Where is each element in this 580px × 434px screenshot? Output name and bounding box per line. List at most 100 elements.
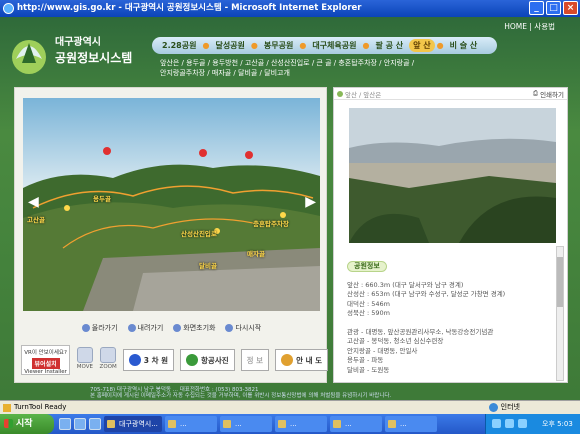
3d-icon	[128, 354, 141, 366]
taskbar-item[interactable]: ...	[385, 416, 437, 432]
map-left-arrow-icon[interactable]: ◀	[28, 194, 39, 210]
sub-links-line1[interactable]: 앞산은 / 용두골 / 용두방천 / 고산골 / 산성산진입로 / 큰 골 / …	[160, 58, 460, 68]
nav-item-bongmu[interactable]: 봉무공원	[260, 39, 297, 52]
park-info-tag: 공원정보	[347, 261, 387, 272]
move-tool[interactable]: MOVE	[76, 345, 93, 375]
guide-map-button[interactable]: 안 내 도	[275, 349, 328, 371]
tray-icon[interactable]	[518, 419, 527, 428]
taskbar-item[interactable]: ...	[275, 416, 327, 432]
sub-links: 앞산은 / 용두골 / 용두방천 / 고산골 / 산성산진입로 / 큰 골 / …	[160, 58, 460, 78]
taskbar-item[interactable]: ...	[330, 416, 382, 432]
security-zone: 인터넷	[488, 401, 520, 414]
city-view-photo	[349, 108, 556, 243]
nav-item-228park[interactable]: 2.28공원	[158, 39, 200, 52]
map-right-arrow-icon[interactable]: ▶	[305, 194, 316, 210]
map-controls: 올라가기 내려가기 화면초기화 다시시작	[15, 320, 328, 336]
viewer-question: VR이 안보이세요?	[24, 350, 67, 356]
viewer-installer-label: Viewer Installer	[24, 369, 67, 375]
status-bar: TurnTool Ready 인터넷	[0, 400, 580, 414]
close-button[interactable]: ×	[563, 1, 578, 15]
window-title: http://www.gis.go.kr - 대구광역시 공원정보시스템 - M…	[17, 3, 362, 13]
info-line: 달비골 - 도원동	[347, 365, 390, 374]
info-button-disabled: 정 보	[240, 349, 270, 371]
nav-item-apsan[interactable]: 앞 산	[409, 39, 435, 52]
info-panel: 앞산 / 앞산은 ⎙ 인쇄하기 공원정보 앞산 : 660.3m (대구 달서구와…	[333, 87, 568, 383]
logo-text-city: 대구광역시	[55, 37, 101, 48]
viewer-install-button[interactable]: 뷰어설치	[31, 358, 60, 369]
photo-icon	[186, 354, 199, 366]
reset-icon	[173, 324, 182, 332]
guide-icon	[281, 354, 294, 366]
move-up-control[interactable]: 올라가기	[81, 323, 118, 333]
info-line: 산성산 : 653m (대구 남구와 수성구, 달성군 가창면 경계)	[347, 290, 506, 299]
map-label-chunghontap[interactable]: 충혼탑주차장	[253, 218, 289, 228]
restart-control[interactable]: 다시시작	[225, 323, 261, 333]
move-down-control[interactable]: 내려가기	[127, 323, 163, 333]
apsan-photo	[349, 108, 556, 243]
start-button[interactable]: 시작	[0, 414, 54, 434]
print-button[interactable]: ⎙ 인쇄하기	[533, 89, 564, 99]
info-line: 대덕산 : 546m	[347, 299, 391, 308]
tray-icon[interactable]	[492, 419, 501, 428]
taskbar: 시작 대구광역시... ... ... ... ... ... 오후 5:03	[0, 414, 580, 434]
footer-notice: 본 홈페이지에 게시된 이메일주소가 자동 수집되는 것을 거부하며, 이를 위…	[90, 393, 392, 399]
home-link[interactable]: HOME	[504, 22, 527, 31]
nav-item-dalseong[interactable]: 달성공원	[211, 39, 248, 52]
clock: 오후 5:03	[542, 420, 573, 428]
map-label-gosangol[interactable]: 고산골	[27, 214, 45, 224]
viewer-install-box: VR이 안보이세요? 뷰어설치 Viewer Installer	[21, 345, 71, 375]
leaf-logo-icon	[12, 40, 46, 74]
info-line	[347, 319, 547, 328]
site-logo[interactable]: 대구광역시 공원정보시스템	[10, 27, 155, 77]
quick-launch-icon[interactable]	[59, 418, 71, 430]
ie-icon	[3, 3, 14, 14]
reset-view-control[interactable]: 화면초기화	[173, 323, 215, 333]
nav-item-sports-park[interactable]: 대구체육공원	[308, 39, 360, 52]
footer: 705-718) 대구광역시 남구 봉덕동 ... 대표전화번호 : (053)…	[0, 387, 580, 400]
quick-launch	[59, 418, 101, 430]
maximize-button[interactable]: □	[546, 1, 561, 15]
map-label-yongdugol[interactable]: 용두골	[93, 193, 111, 203]
info-line: 앞산 : 660.3m (대구 달서구와 남구 경계)	[347, 281, 464, 289]
window-controls: _ □ ×	[529, 1, 578, 15]
map-label-maejagol[interactable]: 매자골	[247, 248, 265, 258]
scroll-thumb[interactable]	[557, 257, 563, 307]
zoom-tool[interactable]: ZOOM	[99, 345, 117, 375]
sub-links-line2[interactable]: 안지랑골주차장 / 매자골 / 달비골 / 달비고개	[160, 68, 460, 78]
map-label-dalbigol[interactable]: 달비골	[199, 260, 217, 270]
quick-launch-icon[interactable]	[89, 418, 101, 430]
system-tray: 오후 5:03	[485, 414, 580, 434]
restart-icon	[225, 324, 234, 332]
info-line: 성북산 : 590m	[347, 309, 391, 318]
info-scrollbar[interactable]	[556, 246, 564, 381]
status-text: TurnTool Ready	[14, 403, 67, 411]
title-bar: http://www.gis.go.kr - 대구광역시 공원정보시스템 - M…	[0, 0, 580, 17]
zoom-icon	[100, 347, 117, 363]
logo-text-system: 공원정보시스템	[55, 51, 133, 65]
3d-button[interactable]: 3 차 원	[122, 349, 175, 371]
aerial-photo-button[interactable]: 항공사진	[180, 349, 235, 371]
taskbar-item[interactable]: ...	[220, 416, 272, 432]
aerial-3d-map[interactable]: ◀ ▶ 고산골 산성산진입로 충혼탑주차장 매자골 달비골 용두골	[23, 98, 320, 311]
up-icon	[81, 324, 90, 332]
taskbar-item[interactable]: ...	[165, 416, 217, 432]
nav-item-biseulsan[interactable]: 비 슬 산	[446, 39, 482, 52]
mountain-aerial-image	[23, 98, 320, 311]
info-line: 용두골 - 파동	[347, 356, 384, 365]
breadcrumb: 앞산 / 앞산은	[337, 89, 533, 99]
bullet-icon	[337, 90, 343, 97]
top-links: HOME | 사용법	[504, 22, 555, 31]
info-line: 고산골 - 봉덕동, 청소년 심신수련장	[347, 337, 444, 346]
quick-launch-icon[interactable]	[74, 418, 86, 430]
status-icon	[3, 404, 11, 412]
map-label-sanseong[interactable]: 산성산진입로	[181, 228, 217, 238]
down-icon	[127, 324, 136, 332]
minimize-button[interactable]: _	[529, 1, 544, 15]
taskbar-item[interactable]: 대구광역시...	[104, 416, 162, 432]
tray-icon[interactable]	[505, 419, 514, 428]
tool-row: VR이 안보이세요? 뷰어설치 Viewer Installer MOVE ZO…	[15, 340, 328, 380]
globe-icon	[488, 403, 498, 412]
info-line: 안지랑골 - 대명동, 안일사	[347, 346, 418, 355]
usage-link[interactable]: 사용법	[534, 22, 555, 31]
nav-item-palgongsan[interactable]: 팔 공 산	[371, 39, 407, 52]
